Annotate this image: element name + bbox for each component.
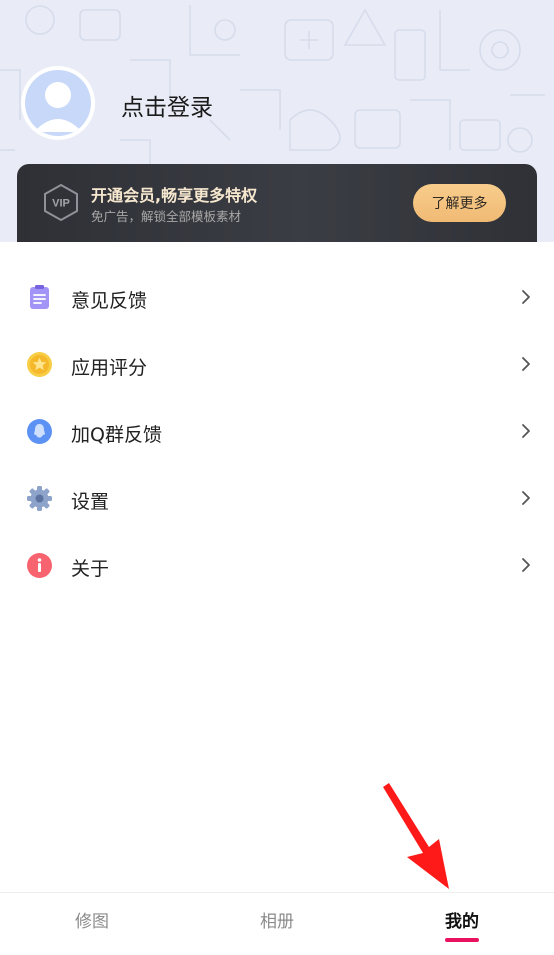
menu-item-feedback[interactable]: 意见反馈 — [0, 264, 554, 331]
menu-label-rating: 应用评分 — [71, 357, 148, 379]
menu-item-about[interactable]: 关于 — [0, 532, 554, 599]
info-icon — [27, 553, 52, 578]
menu-label-settings: 设置 — [71, 491, 110, 513]
chevron-right-icon — [522, 424, 530, 438]
chevron-right-icon — [522, 491, 530, 505]
chevron-right-icon — [522, 558, 530, 572]
chevron-right-icon — [522, 290, 530, 304]
qq-penguin-icon — [27, 419, 52, 444]
vip-badge-icon: VIP — [44, 183, 78, 222]
learn-more-button[interactable]: 了解更多 — [413, 184, 506, 222]
user-avatar-icon — [25, 70, 91, 136]
chevron-right-icon — [522, 357, 530, 371]
menu-item-qq-group[interactable]: 加Q群反馈 — [0, 398, 554, 465]
profile-header: 点击登录 VIP 开通会员,畅享更多特权 免广告，解锁全部模板素材 了解更多 — [0, 0, 554, 242]
active-tab-indicator — [445, 938, 479, 942]
vip-badge-text: VIP — [52, 198, 70, 210]
annotation-arrow-icon — [383, 783, 449, 889]
menu-item-rating[interactable]: 应用评分 — [0, 331, 554, 398]
vip-title: 开通会员,畅享更多特权 — [91, 186, 258, 205]
gear-icon — [27, 486, 52, 511]
star-icon — [27, 352, 52, 377]
bottom-navigation: 修图 相册 我的 — [0, 892, 554, 955]
settings-menu: 意见反馈 应用评分 加Q群反馈 设置 关于 — [0, 264, 554, 599]
vip-banner[interactable]: VIP 开通会员,畅享更多特权 免广告，解锁全部模板素材 了解更多 — [17, 164, 537, 242]
clipboard-icon — [30, 285, 49, 309]
menu-item-settings[interactable]: 设置 — [0, 465, 554, 532]
menu-label-about: 关于 — [71, 558, 110, 580]
menu-label-feedback: 意见反馈 — [71, 290, 148, 312]
tab-edit[interactable]: 修图 — [42, 907, 142, 932]
menu-label-qq-group: 加Q群反馈 — [71, 424, 162, 446]
login-link[interactable]: 点击登录 — [121, 88, 213, 122]
vip-subtitle: 免广告，解锁全部模板素材 — [91, 209, 242, 224]
tab-mine[interactable]: 我的 — [412, 907, 512, 932]
tab-album[interactable]: 相册 — [227, 907, 327, 932]
avatar[interactable] — [21, 66, 95, 140]
